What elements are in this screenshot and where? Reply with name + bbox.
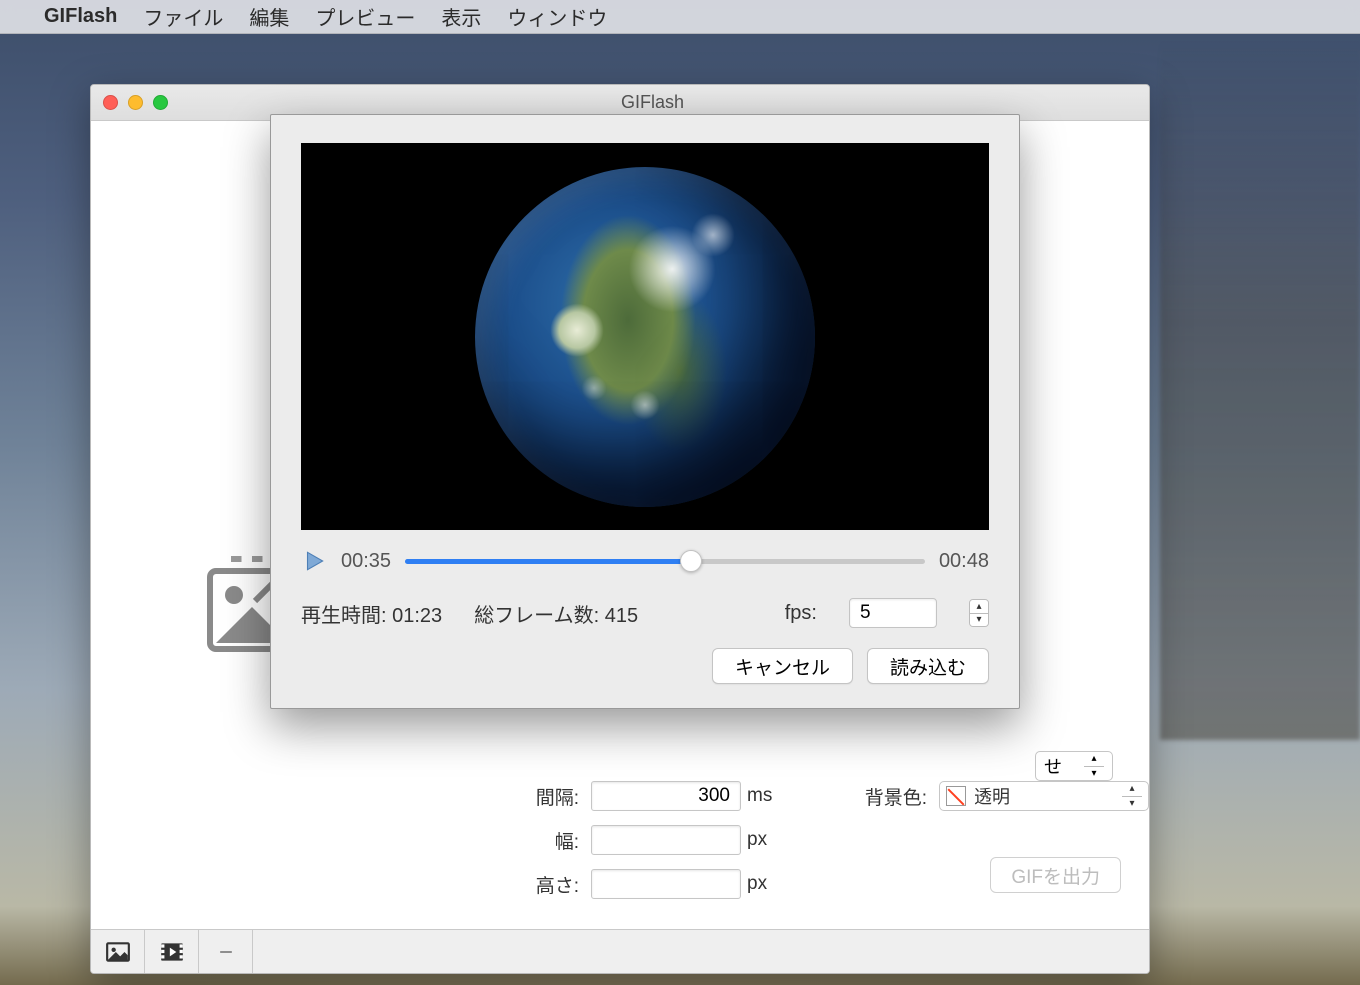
chevron-up-icon[interactable]: ▴	[970, 600, 988, 614]
play-button[interactable]	[301, 548, 327, 574]
transparent-swatch-icon	[946, 786, 966, 806]
interval-unit: ms	[747, 785, 807, 807]
width-unit: px	[747, 829, 807, 851]
earth-image-icon	[475, 167, 815, 507]
menu-edit[interactable]: 編集	[249, 2, 289, 31]
settings-panel: 間隔: ms 背景色: 透明 ▴ ▾ 幅: px	[405, 781, 1125, 913]
width-input[interactable]	[591, 825, 741, 855]
fps-stepper[interactable]: ▴ ▾	[969, 599, 989, 627]
height-unit: px	[747, 873, 807, 895]
chevron-up-icon[interactable]: ▴	[1122, 782, 1142, 797]
fps-input[interactable]	[849, 598, 937, 628]
bottom-toolbar	[91, 929, 1149, 973]
end-time: 00:48	[939, 550, 989, 573]
window-minimize-icon[interactable]	[128, 95, 143, 110]
window-close-icon[interactable]	[103, 95, 118, 110]
chevron-down-icon[interactable]: ▾	[1084, 767, 1104, 781]
interval-label: 間隔:	[405, 783, 585, 810]
video-tab-button[interactable]	[145, 930, 199, 974]
app-menu[interactable]: GIFlash	[44, 5, 117, 28]
window-title: GIFlash	[168, 92, 1137, 113]
hidden-select[interactable]: せ ▴ ▾	[1035, 751, 1113, 781]
menubar: GIFlash ファイル 編集 プレビュー 表示 ウィンドウ	[0, 0, 1360, 34]
bgcolor-label: 背景色:	[813, 783, 933, 810]
hidden-select-text: せ	[1044, 753, 1062, 779]
duration-label: 再生時間:	[301, 605, 387, 627]
export-gif-button[interactable]: GIFを出力	[990, 857, 1121, 893]
menu-file[interactable]: ファイル	[143, 2, 223, 31]
chevron-up-icon[interactable]: ▴	[1084, 752, 1104, 767]
fps-label: fps:	[785, 602, 817, 625]
menu-window[interactable]: ウィンドウ	[507, 2, 607, 31]
remove-button[interactable]	[199, 930, 253, 974]
interval-input[interactable]	[591, 781, 741, 811]
chevron-down-icon[interactable]: ▾	[1122, 797, 1142, 811]
menu-preview[interactable]: プレビュー	[315, 2, 415, 31]
duration-value: 01:23	[392, 605, 442, 627]
playback-slider[interactable]	[405, 549, 925, 573]
bgcolor-select[interactable]: 透明 ▴ ▾	[939, 781, 1149, 811]
frames-value: 415	[605, 605, 638, 627]
video-preview	[301, 143, 989, 530]
height-input[interactable]	[591, 869, 741, 899]
bgcolor-value: 透明	[974, 783, 1010, 809]
chevron-down-icon[interactable]: ▾	[970, 614, 988, 627]
width-label: 幅:	[405, 827, 585, 854]
import-video-dialog: 00:35 00:48 再生時間: 01:23 総フレーム数: 415 fps:…	[270, 114, 1020, 709]
current-time: 00:35	[341, 550, 391, 573]
window-zoom-icon[interactable]	[153, 95, 168, 110]
image-tab-button[interactable]	[91, 930, 145, 974]
cancel-button[interactable]: キャンセル	[712, 648, 853, 684]
menu-view[interactable]: 表示	[441, 2, 481, 31]
height-label: 高さ:	[405, 871, 585, 898]
load-button[interactable]: 読み込む	[867, 648, 989, 684]
frames-label: 総フレーム数:	[474, 605, 599, 627]
